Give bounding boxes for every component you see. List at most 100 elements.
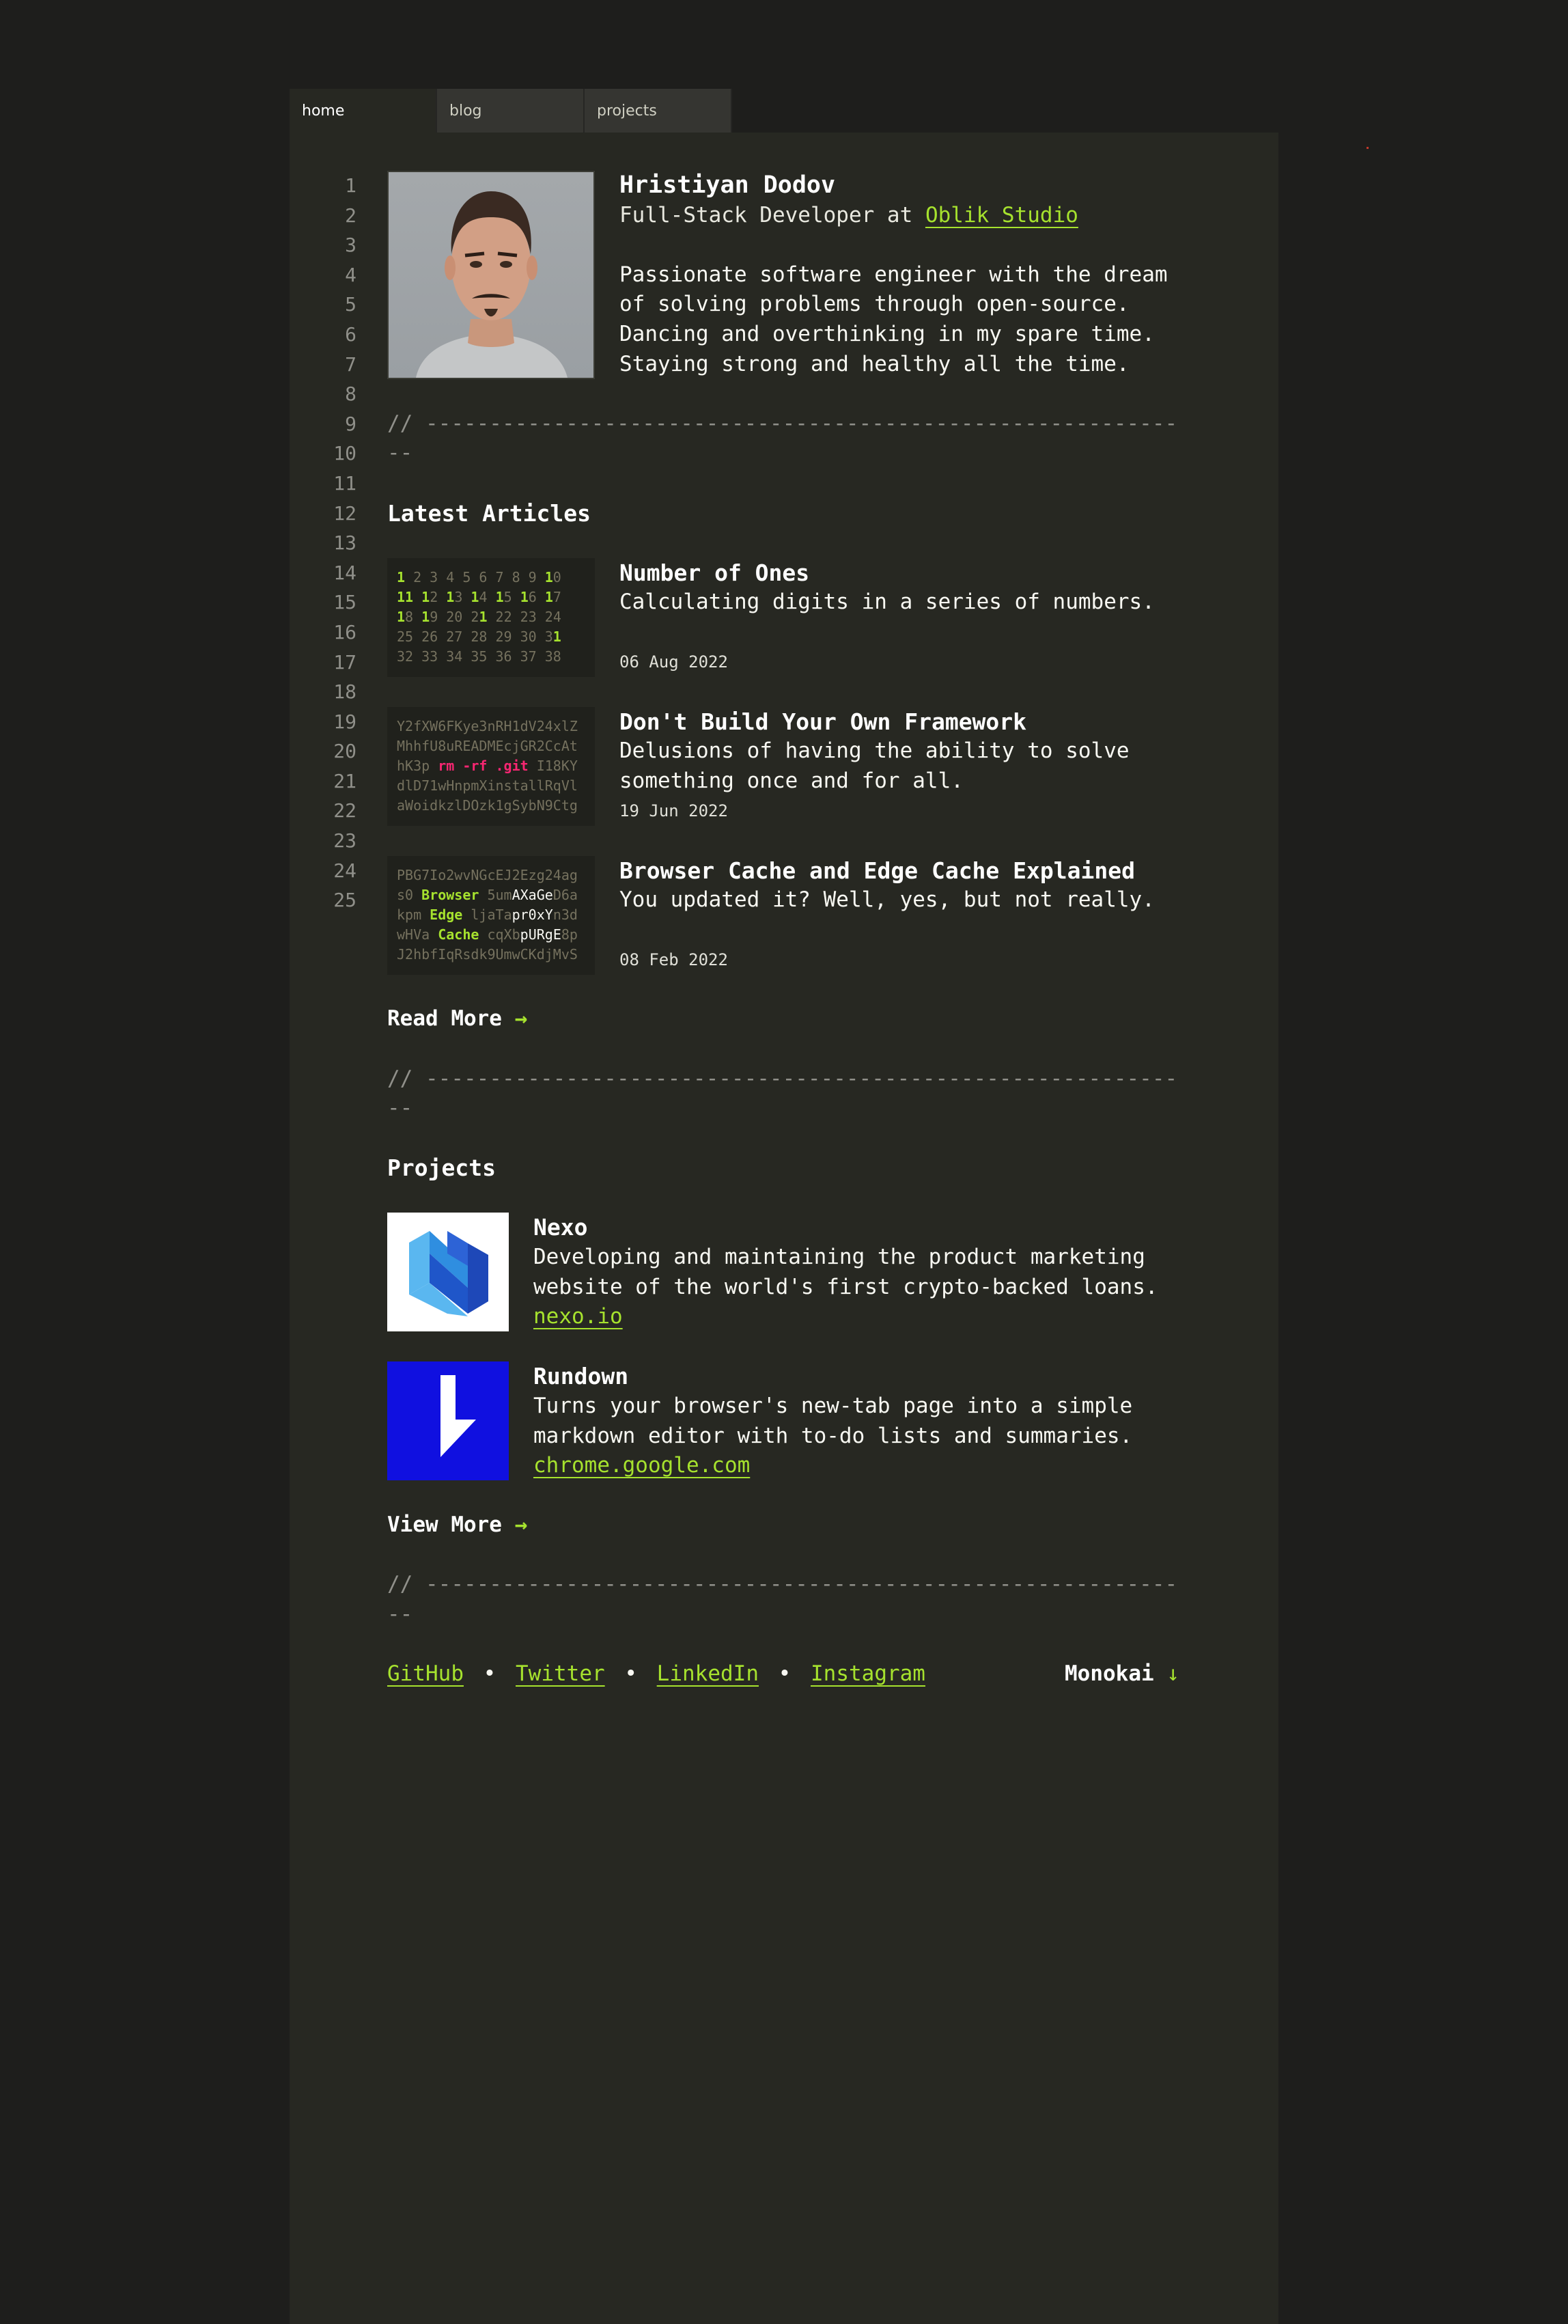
line-number: 7 (345, 352, 356, 376)
tab-bar: home blog projects (290, 89, 732, 133)
role-prefix: Full-Stack Developer at (619, 202, 925, 227)
article-title[interactable]: Number of Ones (619, 558, 1155, 588)
tab-projects[interactable]: projects (585, 89, 732, 133)
thumbnail-code-line: 11 12 13 14 15 16 17 (397, 588, 561, 605)
project-link[interactable]: chrome.google.com (533, 1453, 750, 1478)
thumbnail-code-line: hK3p rm -rf .git I18KY (397, 757, 578, 774)
thumbnail-code-line: aWoidkzlDOzk1gSybN9Ctg (397, 797, 578, 814)
read-more-label: Read More (387, 1006, 502, 1032)
article-thumbnail: Y2fXW6FKye3nRH1dV24xlZ MhhfU8uREADMEcjGR2… (387, 706, 595, 826)
line-number: 16 (333, 620, 356, 644)
thumbnail-code-line: s0 Browser 5umAXaGeD6a (397, 886, 578, 903)
article-thumbnail: 1 2 3 4 5 6 7 8 9 10 11 12 13 14 15 16 17… (387, 557, 595, 677)
line-number: 2 (345, 204, 356, 227)
tab-blog[interactable]: blog (437, 89, 585, 133)
profile-section: Hristiyan Dodov Full-Stack Developer at … (387, 171, 1179, 379)
article-description: something once and for all. (619, 768, 964, 793)
line-number: 18 (333, 680, 356, 704)
article-item[interactable]: 1 2 3 4 5 6 7 8 9 10 11 12 13 14 15 16 17… (387, 557, 1179, 677)
line-number: 23 (333, 829, 356, 853)
thumbnail-code-line: 25 26 27 28 29 30 31 (397, 628, 561, 645)
line-number: 14 (333, 561, 356, 584)
profile-role: Full-Stack Developer at Oblik Studio (619, 201, 1168, 231)
line-number: 8 (345, 383, 356, 406)
theme-name: Monokai (1065, 1661, 1154, 1687)
project-description: Developing and maintaining the product m… (533, 1245, 1145, 1270)
profile-name: Hristiyan Dodov (619, 171, 836, 199)
separator: • (483, 1661, 496, 1687)
line-number: 13 (333, 531, 356, 555)
company-link[interactable]: Oblik Studio (925, 203, 1078, 227)
theme-switcher[interactable]: Monokai ↓ (1065, 1659, 1179, 1689)
arrow-right-icon: → (514, 1512, 528, 1538)
section-divider: // -------------------------------------… (387, 1572, 1178, 1627)
line-number: 21 (333, 769, 356, 792)
line-number: 1 (345, 174, 356, 197)
arrow-right-icon: → (514, 1006, 528, 1032)
line-number: 10 (333, 442, 356, 465)
github-link[interactable]: GitHub (387, 1661, 464, 1686)
line-number: 15 (333, 591, 356, 614)
project-item: Nexo Developing and maintaining the prod… (387, 1213, 1179, 1332)
footer: GitHub • Twitter • LinkedIn • Instagram … (387, 1659, 1179, 1689)
thumbnail-code-line: J2hbfIqRsdk9UmwCKdjMvS (397, 945, 578, 963)
article-item[interactable]: PBG7Io2wvNGcEJ2Ezg24ag s0 Browser 5umAXaG… (387, 855, 1179, 975)
line-number: 6 (345, 322, 356, 346)
bio-line: of solving problems through open-source. (619, 292, 1130, 317)
article-title[interactable]: Browser Cache and Edge Cache Explained (619, 856, 1155, 886)
line-number: 9 (345, 412, 356, 435)
article-thumbnail: PBG7Io2wvNGcEJ2Ezg24ag s0 Browser 5umAXaG… (387, 855, 595, 975)
thumbnail-code-line: 32 33 34 35 36 37 38 (397, 648, 561, 665)
article-description: You updated it? Well, yes, but not reall… (619, 887, 1155, 913)
instagram-link[interactable]: Instagram (811, 1661, 925, 1686)
line-number: 3 (345, 234, 356, 257)
line-number: 4 (345, 263, 356, 286)
linkedin-link[interactable]: LinkedIn (657, 1661, 759, 1686)
line-number: 11 (333, 471, 356, 495)
article-description: Calculating digits in a series of number… (619, 590, 1155, 615)
bio-line: Staying strong and healthy all the time. (619, 351, 1130, 376)
article-date: 06 Aug 2022 (619, 652, 728, 672)
tab-home[interactable]: home (290, 89, 437, 133)
editor-content: Hristiyan Dodov Full-Stack Developer at … (387, 171, 1179, 1689)
line-number-gutter: 1 2 3 4 5 6 7 8 9 10 11 12 13 14 15 16 17 18 19 20 21 22 23 24 2… (290, 171, 356, 915)
article-description: Delusions of having the ability to solve (619, 738, 1130, 764)
project-description: website of the world's first crypto-back… (533, 1274, 1158, 1299)
projects-heading: Projects (387, 1154, 496, 1182)
articles-heading: Latest Articles (387, 499, 591, 527)
view-more-label: View More (387, 1512, 502, 1538)
rundown-logo-icon (387, 1361, 509, 1481)
article-date: 19 Jun 2022 (619, 801, 728, 820)
separator: • (778, 1661, 792, 1687)
bio-line: Dancing and overthinking in my spare tim… (619, 321, 1155, 346)
line-number: 20 (333, 740, 356, 763)
arrow-down-icon: ↓ (1166, 1661, 1179, 1687)
line-number: 12 (333, 501, 356, 525)
article-date: 08 Feb 2022 (619, 950, 728, 969)
line-number: 24 (333, 859, 356, 882)
project-description: Turns your browser's new-tab page into a… (533, 1394, 1133, 1419)
view-more-link[interactable]: View More → (387, 1510, 1179, 1540)
project-item: Rundown Turns your browser's new-tab pag… (387, 1361, 1179, 1481)
thumbnail-code-line: 18 19 20 21 22 23 24 (397, 608, 561, 625)
thumbnail-code-line: 1 2 3 4 5 6 7 8 9 10 (397, 568, 561, 585)
project-name: Nexo (533, 1214, 588, 1241)
thumbnail-code-line: PBG7Io2wvNGcEJ2Ezg24ag (397, 866, 578, 883)
social-links: GitHub • Twitter • LinkedIn • Instagram (387, 1659, 925, 1689)
profile-photo (387, 171, 595, 379)
bio-line: Passionate software engineer with the dr… (619, 262, 1168, 287)
project-name: Rundown (533, 1363, 629, 1390)
read-more-link[interactable]: Read More → (387, 1004, 1179, 1034)
thumbnail-code-line: kpm Edge ljaTapr0xYn3d (397, 906, 578, 923)
line-number: 5 (345, 293, 356, 316)
article-item[interactable]: Y2fXW6FKye3nRH1dV24xlZ MhhfU8uREADMEcjGR2… (387, 706, 1179, 826)
project-link[interactable]: nexo.io (533, 1304, 623, 1329)
thumbnail-code-line: Y2fXW6FKye3nRH1dV24xlZ (397, 717, 578, 734)
red-dot-marker (1367, 147, 1369, 149)
line-number: 17 (333, 650, 356, 674)
thumbnail-code-line: dlD71wHnpmXinstallRqVl (397, 777, 578, 794)
twitter-link[interactable]: Twitter (516, 1661, 605, 1686)
article-title[interactable]: Don't Build Your Own Framework (619, 707, 1130, 737)
line-number: 19 (333, 710, 356, 733)
line-number: 22 (333, 799, 356, 822)
